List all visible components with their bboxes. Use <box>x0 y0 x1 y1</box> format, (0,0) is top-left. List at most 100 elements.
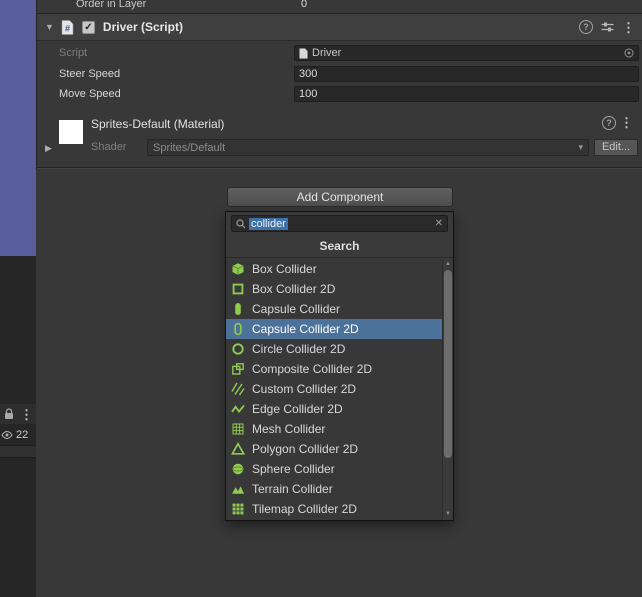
circle-collider-2d-icon <box>231 342 245 356</box>
component-label: Custom Collider 2D <box>252 382 357 396</box>
order-in-layer-label: Order in Layer <box>76 0 147 10</box>
order-in-layer-row: Order in Layer 0 <box>37 0 642 12</box>
component-label: Composite Collider 2D <box>252 362 373 376</box>
component-list-item[interactable]: Sphere Collider <box>226 459 442 479</box>
count-label: 22 <box>16 429 29 441</box>
component-label: Capsule Collider <box>252 302 341 316</box>
component-label: Capsule Collider 2D <box>252 322 359 336</box>
component-list-item[interactable]: Terrain Collider <box>226 479 442 499</box>
script-label: Script <box>59 47 88 59</box>
dropdown-caret-icon: ▾ <box>578 142 583 152</box>
component-label: Box Collider 2D <box>252 282 336 296</box>
material-preview-swatch[interactable] <box>59 120 83 144</box>
component-list: Box Collider Box Collider 2D Capsule Colli… <box>226 259 442 520</box>
kebab-menu-icon[interactable]: ⋮ <box>20 408 33 421</box>
component-label: Box Collider <box>252 262 317 276</box>
csharp-script-icon: # <box>61 19 74 35</box>
edit-button[interactable]: Edit... <box>594 139 638 156</box>
component-list-item[interactable]: Tilemap Collider 2D <box>226 499 442 519</box>
add-component-button[interactable]: Add Component <box>227 187 453 207</box>
script-object-field[interactable]: Driver <box>294 45 639 61</box>
shader-label: Shader <box>91 141 127 153</box>
search-input-value: collider <box>249 217 288 230</box>
foldout-open-icon[interactable]: ▼ <box>45 22 54 32</box>
move-speed-row: Move Speed 100 <box>37 85 642 103</box>
component-enabled-checkbox[interactable]: ✓ <box>81 20 95 34</box>
kebab-menu-icon[interactable]: ⋮ <box>620 116 633 129</box>
component-label: Mesh Collider <box>252 422 326 436</box>
component-list-item[interactable]: Edge Collider 2D <box>226 399 442 419</box>
search-bar: collider ✕ <box>226 212 453 235</box>
unity-inspector-screen: ⋮ 22 Order in Layer 0 ▼ # ✓ Driver (Scri… <box>0 0 642 597</box>
component-list-item[interactable]: Composite Collider 2D <box>226 359 442 379</box>
script-row: Script Driver <box>37 44 642 62</box>
object-picker-icon[interactable] <box>624 48 634 58</box>
panel-divider <box>0 445 36 458</box>
component-label: Polygon Collider 2D <box>252 442 359 456</box>
component-list-item[interactable]: Wheel Collider <box>226 519 442 520</box>
adjacent-panel-surface <box>0 0 36 256</box>
clear-search-icon[interactable]: ✕ <box>435 218 443 229</box>
component-label: Circle Collider 2D <box>252 342 346 356</box>
component-list-item[interactable]: Circle Collider 2D <box>226 339 442 359</box>
polygon-collider-2d-icon <box>231 442 245 456</box>
driver-component-header: ▼ # ✓ Driver (Script) ? ⋮ <box>37 14 642 41</box>
adjacent-panel-toolbar: ⋮ <box>0 404 36 424</box>
popup-header: Search <box>226 235 453 258</box>
component-title: Driver (Script) <box>102 20 183 34</box>
component-search-input[interactable]: collider ✕ <box>231 215 448 232</box>
component-list-item[interactable]: Mesh Collider <box>226 419 442 439</box>
edge-collider-2d-icon <box>231 402 245 416</box>
component-list-item[interactable]: Box Collider <box>226 259 442 279</box>
move-speed-label: Move Speed <box>59 88 121 100</box>
search-icon <box>236 218 246 229</box>
material-section: Sprites-Default (Material) ? ⋮ ▶ Shader … <box>37 110 642 167</box>
box-collider-icon <box>231 262 245 276</box>
component-list-item[interactable]: Capsule Collider <box>226 299 442 319</box>
list-scrollbar[interactable]: ▲ ▼ <box>442 259 453 520</box>
material-title: Sprites-Default (Material) <box>91 117 225 131</box>
scroll-down-icon[interactable]: ▼ <box>443 510 453 519</box>
component-label: Tilemap Collider 2D <box>252 502 357 516</box>
shader-value: Sprites/Default <box>153 141 226 154</box>
scrollbar-thumb[interactable] <box>444 270 452 458</box>
svg-text:#: # <box>65 23 70 33</box>
kebab-menu-icon[interactable]: ⋮ <box>622 21 635 34</box>
tilemap-collider-2d-icon <box>231 502 245 516</box>
component-label: Terrain Collider <box>252 482 333 496</box>
sphere-collider-icon <box>231 462 245 476</box>
foldout-closed-icon[interactable]: ▶ <box>45 143 52 154</box>
order-in-layer-value[interactable]: 0 <box>301 0 307 10</box>
steer-speed-input[interactable]: 300 <box>294 66 639 82</box>
inspector-panel: Order in Layer 0 ▼ # ✓ Driver (Script) ?… <box>36 0 642 170</box>
component-list-item[interactable]: Box Collider 2D <box>226 279 442 299</box>
component-list-item[interactable]: Custom Collider 2D <box>226 379 442 399</box>
box-collider-2d-icon <box>231 282 245 296</box>
script-object-name: Driver <box>312 47 342 59</box>
steer-speed-label: Steer Speed <box>59 68 121 80</box>
shader-dropdown[interactable]: Sprites/Default ▾ <box>147 139 589 156</box>
adjacent-panel-strip: ⋮ 22 <box>0 0 36 597</box>
custom-collider-2d-icon <box>231 382 245 396</box>
lock-icon[interactable] <box>4 408 14 420</box>
capsule-collider-2d-icon <box>231 322 245 336</box>
composite-collider-2d-icon <box>231 362 245 376</box>
component-label: Sphere Collider <box>252 462 335 476</box>
component-list-item[interactable]: Capsule Collider 2D <box>226 319 442 339</box>
eye-icon[interactable] <box>1 430 13 440</box>
component-list-item[interactable]: Polygon Collider 2D <box>226 439 442 459</box>
component-label: Edge Collider 2D <box>252 402 343 416</box>
inspector-bottom-divider <box>37 167 642 169</box>
visibility-count: 22 <box>0 426 36 444</box>
terrain-collider-icon <box>231 482 245 496</box>
capsule-collider-icon <box>231 302 245 316</box>
scroll-up-icon[interactable]: ▲ <box>443 260 453 269</box>
script-file-icon <box>299 47 308 59</box>
help-icon[interactable]: ? <box>602 116 616 130</box>
move-speed-input[interactable]: 100 <box>294 86 639 102</box>
add-component-popup: collider ✕ Search Box Collider Box Collid… <box>225 211 454 521</box>
help-icon[interactable]: ? <box>579 20 593 34</box>
presets-icon[interactable] <box>601 21 614 33</box>
mesh-collider-icon <box>231 422 245 436</box>
steer-speed-row: Steer Speed 300 <box>37 65 642 83</box>
